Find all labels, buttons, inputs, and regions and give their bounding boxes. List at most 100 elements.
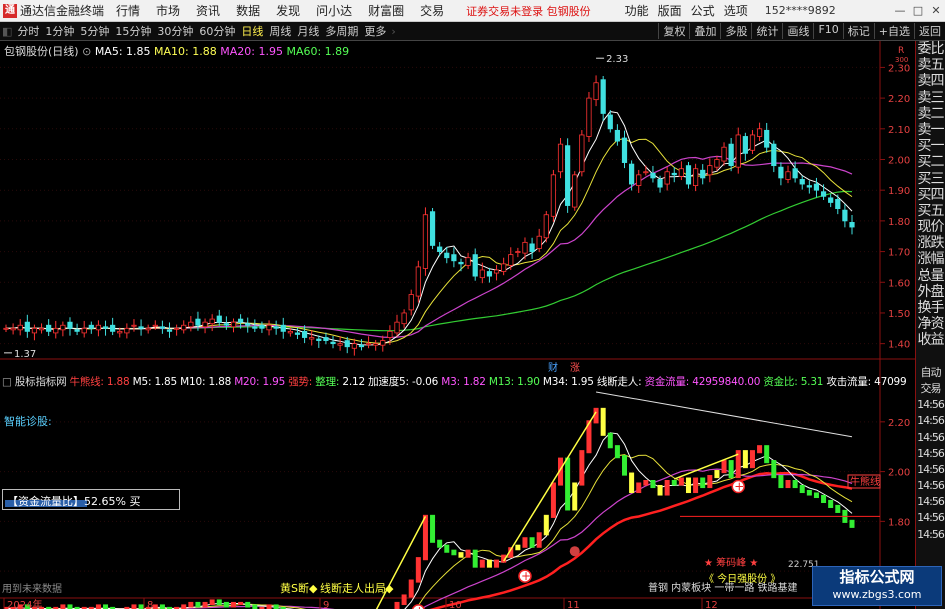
- period-1min[interactable]: 1分钟: [42, 23, 77, 39]
- menu-wealth[interactable]: 财富圈: [368, 2, 404, 19]
- quote-label-12[interactable]: 涨跌: [916, 235, 945, 251]
- candle-body: [273, 326, 279, 329]
- indicator-bar: [785, 480, 791, 489]
- candle-body: [38, 327, 45, 331]
- candle-body: [323, 337, 329, 341]
- candle-body: [394, 321, 400, 334]
- tool-adjust[interactable]: 复权: [658, 23, 689, 39]
- tool-mark[interactable]: 标记: [842, 23, 874, 39]
- quote-label-13[interactable]: 涨幅: [916, 251, 945, 267]
- quote-label-3[interactable]: 卖三: [916, 90, 945, 106]
- quote-label-5[interactable]: 卖一: [916, 122, 945, 138]
- account-id[interactable]: 152****9892: [765, 4, 836, 17]
- menu-market[interactable]: 市场: [156, 2, 180, 19]
- candle-body: [10, 327, 16, 331]
- tool-overlay[interactable]: 叠加: [689, 23, 720, 39]
- period-more[interactable]: 更多: [361, 23, 389, 39]
- diamond-icon: ◆: [385, 582, 394, 595]
- period-monthly[interactable]: 月线: [294, 23, 322, 39]
- close-icon[interactable]: ✕: [927, 4, 945, 17]
- candle-body: [17, 324, 23, 331]
- menu-function[interactable]: 功能: [625, 2, 649, 19]
- stock-label[interactable]: 包钢股份(日线): [4, 45, 79, 58]
- minimize-icon[interactable]: —: [891, 4, 909, 17]
- candle-body: [216, 315, 222, 323]
- tool-draw[interactable]: 画线: [782, 23, 813, 39]
- indicator-bar: [806, 489, 812, 496]
- menu-formula[interactable]: 公式: [691, 2, 715, 19]
- period-60min[interactable]: 60分钟: [196, 23, 238, 39]
- period-5min[interactable]: 5分钟: [77, 23, 112, 39]
- quote-label-16[interactable]: 换手: [916, 300, 945, 316]
- menu-layout[interactable]: 版面: [658, 2, 682, 19]
- tool-f10[interactable]: F10: [813, 23, 842, 39]
- menu-ask[interactable]: 问小达: [316, 2, 352, 19]
- tool-back[interactable]: 返回: [914, 23, 945, 39]
- chevron-down-icon[interactable]: ⊙: [82, 45, 91, 58]
- quote-label-4[interactable]: 卖二: [916, 106, 945, 122]
- x-axis-label-1: 8: [147, 600, 153, 609]
- indicator-bar: [835, 504, 841, 513]
- quote-label-27: 14:56: [917, 479, 945, 493]
- candle-body: [536, 235, 542, 249]
- period-30min[interactable]: 30分钟: [154, 23, 196, 39]
- quote-label-17[interactable]: 净资: [916, 316, 945, 332]
- lower-y-tick-1: 2.00: [888, 468, 910, 479]
- ma20-label: MA20: 1.95: [220, 45, 283, 58]
- candle-body: [202, 321, 208, 328]
- x-axis-label-5: 12: [705, 600, 718, 609]
- candle-body: [117, 330, 123, 334]
- quote-label-18[interactable]: 收益: [916, 332, 945, 348]
- quote-label-6[interactable]: 买一: [916, 138, 945, 154]
- x-axis-label-3: 10: [449, 600, 462, 609]
- chevron-down-icon[interactable]: □: [2, 376, 12, 388]
- ma10-label: MA10: 1.88: [154, 45, 217, 58]
- candle-body: [159, 326, 166, 329]
- quote-label-0[interactable]: 委比: [916, 41, 945, 57]
- period-multi[interactable]: 多周期: [322, 23, 361, 39]
- candle-body: [131, 324, 137, 327]
- quote-label-15[interactable]: 外盘: [916, 284, 945, 300]
- candle-body: [714, 159, 720, 168]
- quote-label-9[interactable]: 买四: [916, 187, 945, 203]
- menu-quotes[interactable]: 行情: [116, 2, 140, 19]
- chart-area[interactable]: 2.30 2.20 2.10 2.00 1.90 1.80 1.70 1.60 1.50 1.40…: [0, 41, 945, 609]
- indicator-bar: [572, 482, 578, 511]
- chevron-right-icon[interactable]: ›: [389, 25, 397, 38]
- candle-body: [422, 214, 429, 269]
- login-notice[interactable]: 证券交易未登录 包钢股份: [466, 3, 591, 19]
- indicator-bar: [422, 514, 428, 561]
- fund-ratio-box: 【资金流量比】52.65% 买: [2, 489, 180, 510]
- main-menu: 行情 市场 资讯 数据 发现 问小达 财富圈 交易: [116, 2, 460, 19]
- quote-label-1[interactable]: 卖五: [916, 57, 945, 73]
- period-intraday[interactable]: 分时: [14, 23, 42, 39]
- menu-data[interactable]: 数据: [236, 2, 260, 19]
- quote-label-2[interactable]: 卖四: [916, 73, 945, 89]
- quote-label-8[interactable]: 买三: [916, 171, 945, 187]
- menu-discover[interactable]: 发现: [276, 2, 300, 19]
- tool-add-watch[interactable]: +自选: [873, 23, 914, 39]
- tool-stats[interactable]: 统计: [751, 23, 782, 39]
- m20-value: M20: 1.95: [234, 376, 286, 388]
- quote-label-10[interactable]: 买五: [916, 203, 945, 219]
- menu-trade[interactable]: 交易: [420, 2, 444, 19]
- quote-label-11[interactable]: 现价: [916, 219, 945, 235]
- chart-canvas[interactable]: 2.30 2.20 2.10 2.00 1.90 1.80 1.70 1.60 1.50 1.40…: [0, 41, 945, 609]
- right-tools: 复权 叠加 多股 统计 画线 F10 标记 +自选 返回: [658, 23, 945, 39]
- candle-body: [230, 321, 237, 328]
- indicator-title[interactable]: 股标指标网: [15, 376, 67, 388]
- candle-body: [429, 211, 436, 246]
- m10-value: M10: 1.88: [180, 376, 232, 388]
- menu-news[interactable]: 资讯: [196, 2, 220, 19]
- candle-body: [380, 340, 386, 346]
- menu-options[interactable]: 选项: [724, 2, 748, 19]
- period-15min[interactable]: 15分钟: [112, 23, 154, 39]
- indicator-bar: [664, 480, 670, 496]
- period-weekly[interactable]: 周线: [266, 23, 294, 39]
- tool-multi-stock[interactable]: 多股: [720, 23, 751, 39]
- quote-label-7[interactable]: 买二: [916, 154, 945, 170]
- maximize-icon[interactable]: □: [909, 4, 927, 17]
- period-daily[interactable]: 日线: [238, 23, 266, 39]
- quote-label-14[interactable]: 总量: [916, 268, 945, 284]
- indicator-bar: [849, 519, 855, 528]
